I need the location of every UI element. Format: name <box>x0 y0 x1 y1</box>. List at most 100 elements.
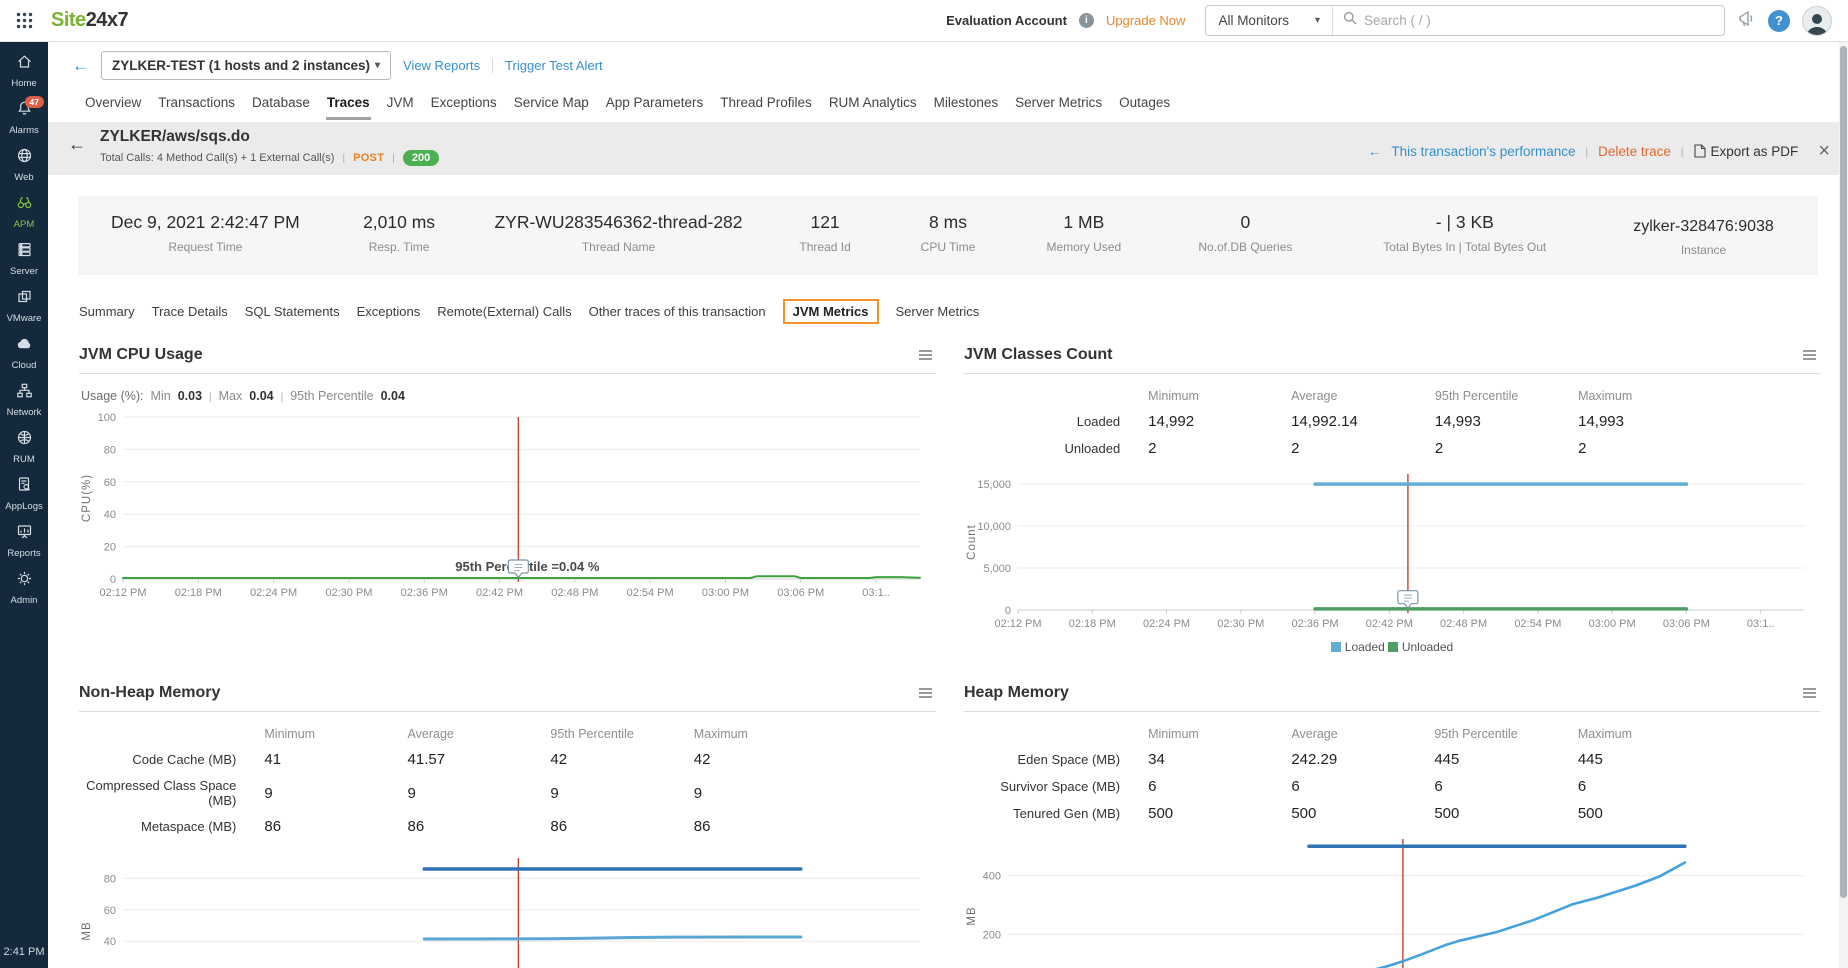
subtab-trace-details[interactable]: Trace Details <box>152 300 228 323</box>
sidebar-item-label: Home <box>11 78 36 89</box>
sidebar-item-alarms[interactable]: Alarms47 <box>0 95 48 142</box>
tab-thread-profiles[interactable]: Thread Profiles <box>719 91 813 120</box>
column-header: Maximum <box>1574 722 1717 746</box>
site24x7-logo[interactable]: Site24x7 <box>51 9 128 32</box>
sidebar-item-vmware[interactable]: VMware <box>0 283 48 330</box>
monitor-type-select[interactable]: All Monitors ▾ <box>1206 6 1333 35</box>
svg-text:02:48 PM: 02:48 PM <box>551 587 598 599</box>
svg-text:0: 0 <box>1005 605 1011 617</box>
scrollbar[interactable] <box>1839 42 1848 968</box>
stat-total-bytes-in-total-bytes-out: - | 3 KBTotal Bytes In | Total Bytes Out <box>1333 212 1597 257</box>
sidebar-item-label: APM <box>14 219 35 230</box>
subtab-server-metrics[interactable]: Server Metrics <box>896 300 980 323</box>
trigger-test-alert-link[interactable]: Trigger Test Alert <box>505 58 603 73</box>
cell-value: 9 <box>690 773 833 813</box>
tab-database[interactable]: Database <box>251 91 311 120</box>
stat-request-time: Dec 9, 2021 2:42:47 PMRequest Time <box>86 212 325 257</box>
svg-text:MB: MB <box>966 906 978 925</box>
svg-text:100: 100 <box>98 412 116 424</box>
svg-text:02:24 PM: 02:24 PM <box>250 587 297 599</box>
subtab-other-traces-of-this-transaction[interactable]: Other traces of this transaction <box>589 300 766 323</box>
cell-value: 41.57 <box>404 746 547 773</box>
announcement-icon[interactable] <box>1737 9 1756 33</box>
divider <box>342 152 345 164</box>
panel-menu-icon[interactable] <box>1801 686 1818 700</box>
sidebar-item-label: Admin <box>11 595 38 606</box>
help-icon[interactable]: ? <box>1768 10 1790 32</box>
tab-service-map[interactable]: Service Map <box>513 91 590 120</box>
tab-rum-analytics[interactable]: RUM Analytics <box>828 91 918 120</box>
non-heap-memory-chart[interactable]: 2040608002:12 P..02:18 PM02:24 PM02:30 P… <box>79 850 936 968</box>
gear-icon <box>16 570 33 592</box>
subtab-remote-external-calls[interactable]: Remote(External) Calls <box>437 300 571 323</box>
cell-value: 14,992 <box>1144 408 1287 435</box>
search-input[interactable] <box>1364 13 1714 28</box>
back-arrow-icon[interactable]: ← <box>1368 144 1382 159</box>
tab-server-metrics[interactable]: Server Metrics <box>1014 91 1103 120</box>
sidebar-item-network[interactable]: Network <box>0 377 48 424</box>
sidebar-item-apm[interactable]: APM <box>0 189 48 236</box>
subtab-jvm-metrics[interactable]: JVM Metrics <box>783 299 879 324</box>
svg-text:02:30 PM: 02:30 PM <box>1217 618 1264 630</box>
sidebar-item-admin[interactable]: Admin <box>0 565 48 612</box>
jvm-classes-count-chart[interactable]: 05,00010,00015,00002:12 PM02:18 PM02:24 … <box>964 466 1820 636</box>
transaction-performance-link[interactable]: This transaction's performance <box>1391 144 1575 159</box>
app-grid-icon[interactable] <box>16 12 33 29</box>
sidebar-item-applogs[interactable]: AppLogs <box>0 471 48 518</box>
svg-text:02:54 PM: 02:54 PM <box>1514 618 1561 630</box>
tab-traces[interactable]: Traces <box>326 91 371 120</box>
svg-text:15,000: 15,000 <box>977 479 1011 491</box>
table-row: Loaded14,99214,992.1414,99314,993 <box>964 408 1717 435</box>
sidebar-item-cloud[interactable]: Cloud <box>0 330 48 377</box>
jvm-cpu-usage-chart[interactable]: 02040608010002:12 PM02:18 PM02:24 PM02:3… <box>79 409 936 605</box>
back-arrow-icon[interactable]: ← <box>68 134 86 166</box>
panel-menu-icon[interactable] <box>1801 348 1818 362</box>
sidebar-item-home[interactable]: Home <box>0 48 48 95</box>
cell-value: 86 <box>260 813 403 840</box>
row-label: Compressed Class Space (MB) <box>79 773 260 813</box>
svg-text:MB: MB <box>81 921 93 940</box>
column-header: Maximum <box>690 722 833 746</box>
sidebar-item-rum[interactable]: RUM <box>0 424 48 471</box>
avatar[interactable] <box>1802 6 1832 36</box>
upgrade-now-link[interactable]: Upgrade Now <box>1106 13 1186 28</box>
info-icon[interactable]: i <box>1079 13 1094 28</box>
svg-text:02:42 PM: 02:42 PM <box>476 587 523 599</box>
svg-text:Count: Count <box>966 524 978 560</box>
non-heap-memory-table: MinimumAverage95th PercentileMaximumCode… <box>79 722 936 840</box>
tab-transactions[interactable]: Transactions <box>157 91 236 120</box>
view-reports-link[interactable]: View Reports <box>403 58 480 73</box>
tab-outages[interactable]: Outages <box>1118 91 1171 120</box>
globe-icon <box>16 147 33 169</box>
legend-item[interactable]: Unloaded <box>1388 640 1453 654</box>
panel-title: JVM CPU Usage <box>79 346 203 364</box>
tab-overview[interactable]: Overview <box>84 91 142 120</box>
scrollbar-thumb[interactable] <box>1840 46 1847 898</box>
delete-trace-link[interactable]: Delete trace <box>1598 144 1671 159</box>
svg-text:60: 60 <box>104 905 116 917</box>
stat-value: 2,010 ms <box>335 212 464 233</box>
sidebar-item-reports[interactable]: Reports <box>0 518 48 565</box>
export-pdf-button[interactable]: Export as PDF <box>1694 144 1799 159</box>
row-label: Tenured Gen (MB) <box>964 800 1144 827</box>
tab-jvm[interactable]: JVM <box>386 91 415 120</box>
legend-item[interactable]: Loaded <box>1331 640 1385 654</box>
panel-menu-icon[interactable] <box>917 686 934 700</box>
close-icon[interactable]: × <box>1818 144 1830 158</box>
subtab-sql-statements[interactable]: SQL Statements <box>245 300 340 323</box>
sidebar-item-server[interactable]: Server <box>0 236 48 283</box>
tab-app-parameters[interactable]: App Parameters <box>605 91 705 120</box>
svg-text:40: 40 <box>104 509 116 521</box>
tab-exceptions[interactable]: Exceptions <box>430 91 498 120</box>
column-header: Minimum <box>1144 384 1287 408</box>
monitor-selector[interactable]: ZYLKER-TEST (1 hosts and 2 instances) ▾ <box>101 51 391 80</box>
subtab-summary[interactable]: Summary <box>79 300 135 323</box>
svg-text:03:06 PM: 03:06 PM <box>1663 618 1710 630</box>
svg-text:02:42 PM: 02:42 PM <box>1366 618 1413 630</box>
subtab-exceptions[interactable]: Exceptions <box>357 300 421 323</box>
tab-milestones[interactable]: Milestones <box>933 91 1000 120</box>
back-arrow-icon[interactable]: ← <box>72 56 89 76</box>
panel-menu-icon[interactable] <box>917 348 934 362</box>
heap-memory-chart[interactable]: 020040002:12 PM02:18 PM02:24 PM02:30 PM0… <box>964 831 1820 968</box>
sidebar-item-web[interactable]: Web <box>0 142 48 189</box>
